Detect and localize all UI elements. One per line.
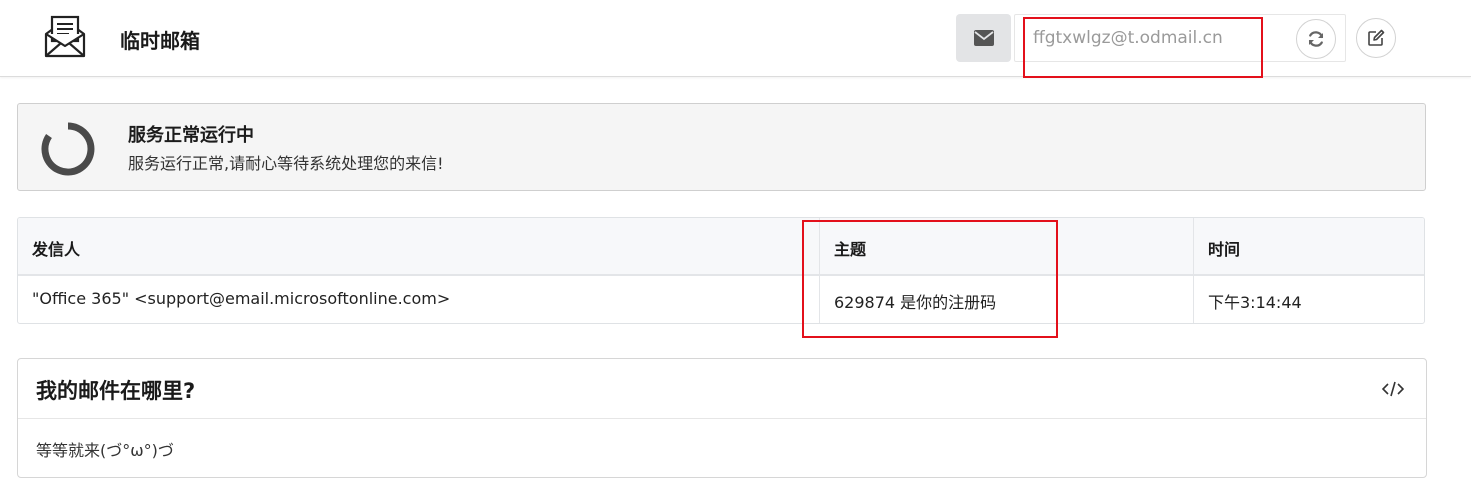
mail-table: 发信人 主题 时间 "Office 365" <support@email.mi… <box>17 217 1425 324</box>
column-header-time: 时间 <box>1208 240 1241 259</box>
status-description: 服务运行正常,请耐心等待系统处理您的来信! <box>128 154 444 173</box>
refresh-button[interactable] <box>1296 19 1336 59</box>
mail-button[interactable] <box>956 14 1011 62</box>
mail-subject[interactable]: 629874 是你的注册码 <box>834 289 996 313</box>
edit-button[interactable] <box>1356 18 1396 58</box>
status-title: 服务正常运行中 <box>128 125 254 146</box>
top-header: 临时邮箱 <box>0 0 1471 77</box>
faq-title: 我的邮件在哪里? <box>36 379 196 403</box>
mail-time[interactable]: 下午3:14:44 <box>1208 289 1302 313</box>
column-header-sender: 发信人 <box>32 240 81 259</box>
brand-title: 临时邮箱 <box>120 29 200 53</box>
edit-icon <box>1368 29 1385 46</box>
code-icon[interactable] <box>1382 379 1404 399</box>
refresh-icon <box>1308 31 1324 47</box>
spinner-icon <box>41 122 95 176</box>
envelope-icon <box>973 30 994 46</box>
mail-sender[interactable]: "Office 365" <support@email.microsoftonl… <box>32 289 450 308</box>
faq-body: 等等就来(づ°ω°)づ <box>36 441 174 460</box>
service-status-panel: 服务正常运行中 服务运行正常,请耐心等待系统处理您的来信! <box>17 103 1426 191</box>
column-header-subject: 主题 <box>834 240 867 259</box>
envelope-letter-icon <box>44 15 86 58</box>
faq-card: 我的邮件在哪里? 等等就来(づ°ω°)づ <box>17 358 1427 478</box>
